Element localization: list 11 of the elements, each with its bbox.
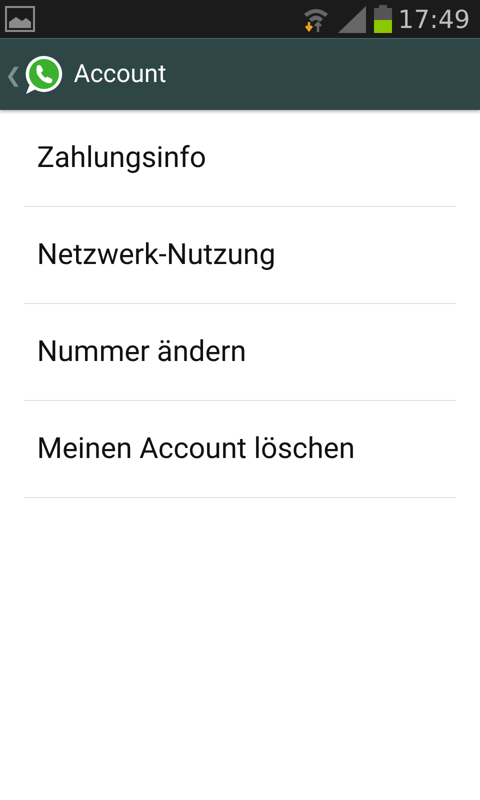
clock-time: 17:49 [398,4,470,34]
screen-title: Account [74,60,166,89]
signal-icon [338,6,366,32]
settings-item[interactable]: Nummer ändern [24,304,456,401]
settings-item[interactable]: Netzwerk-Nutzung [24,207,456,304]
chat-bubble-phone-icon [24,54,64,96]
settings-item[interactable]: Zahlungsinfo [24,110,456,207]
battery-icon [374,5,392,33]
settings-item[interactable]: Meinen Account löschen [24,401,456,498]
wifi-icon [302,6,330,32]
image-icon [5,6,35,32]
